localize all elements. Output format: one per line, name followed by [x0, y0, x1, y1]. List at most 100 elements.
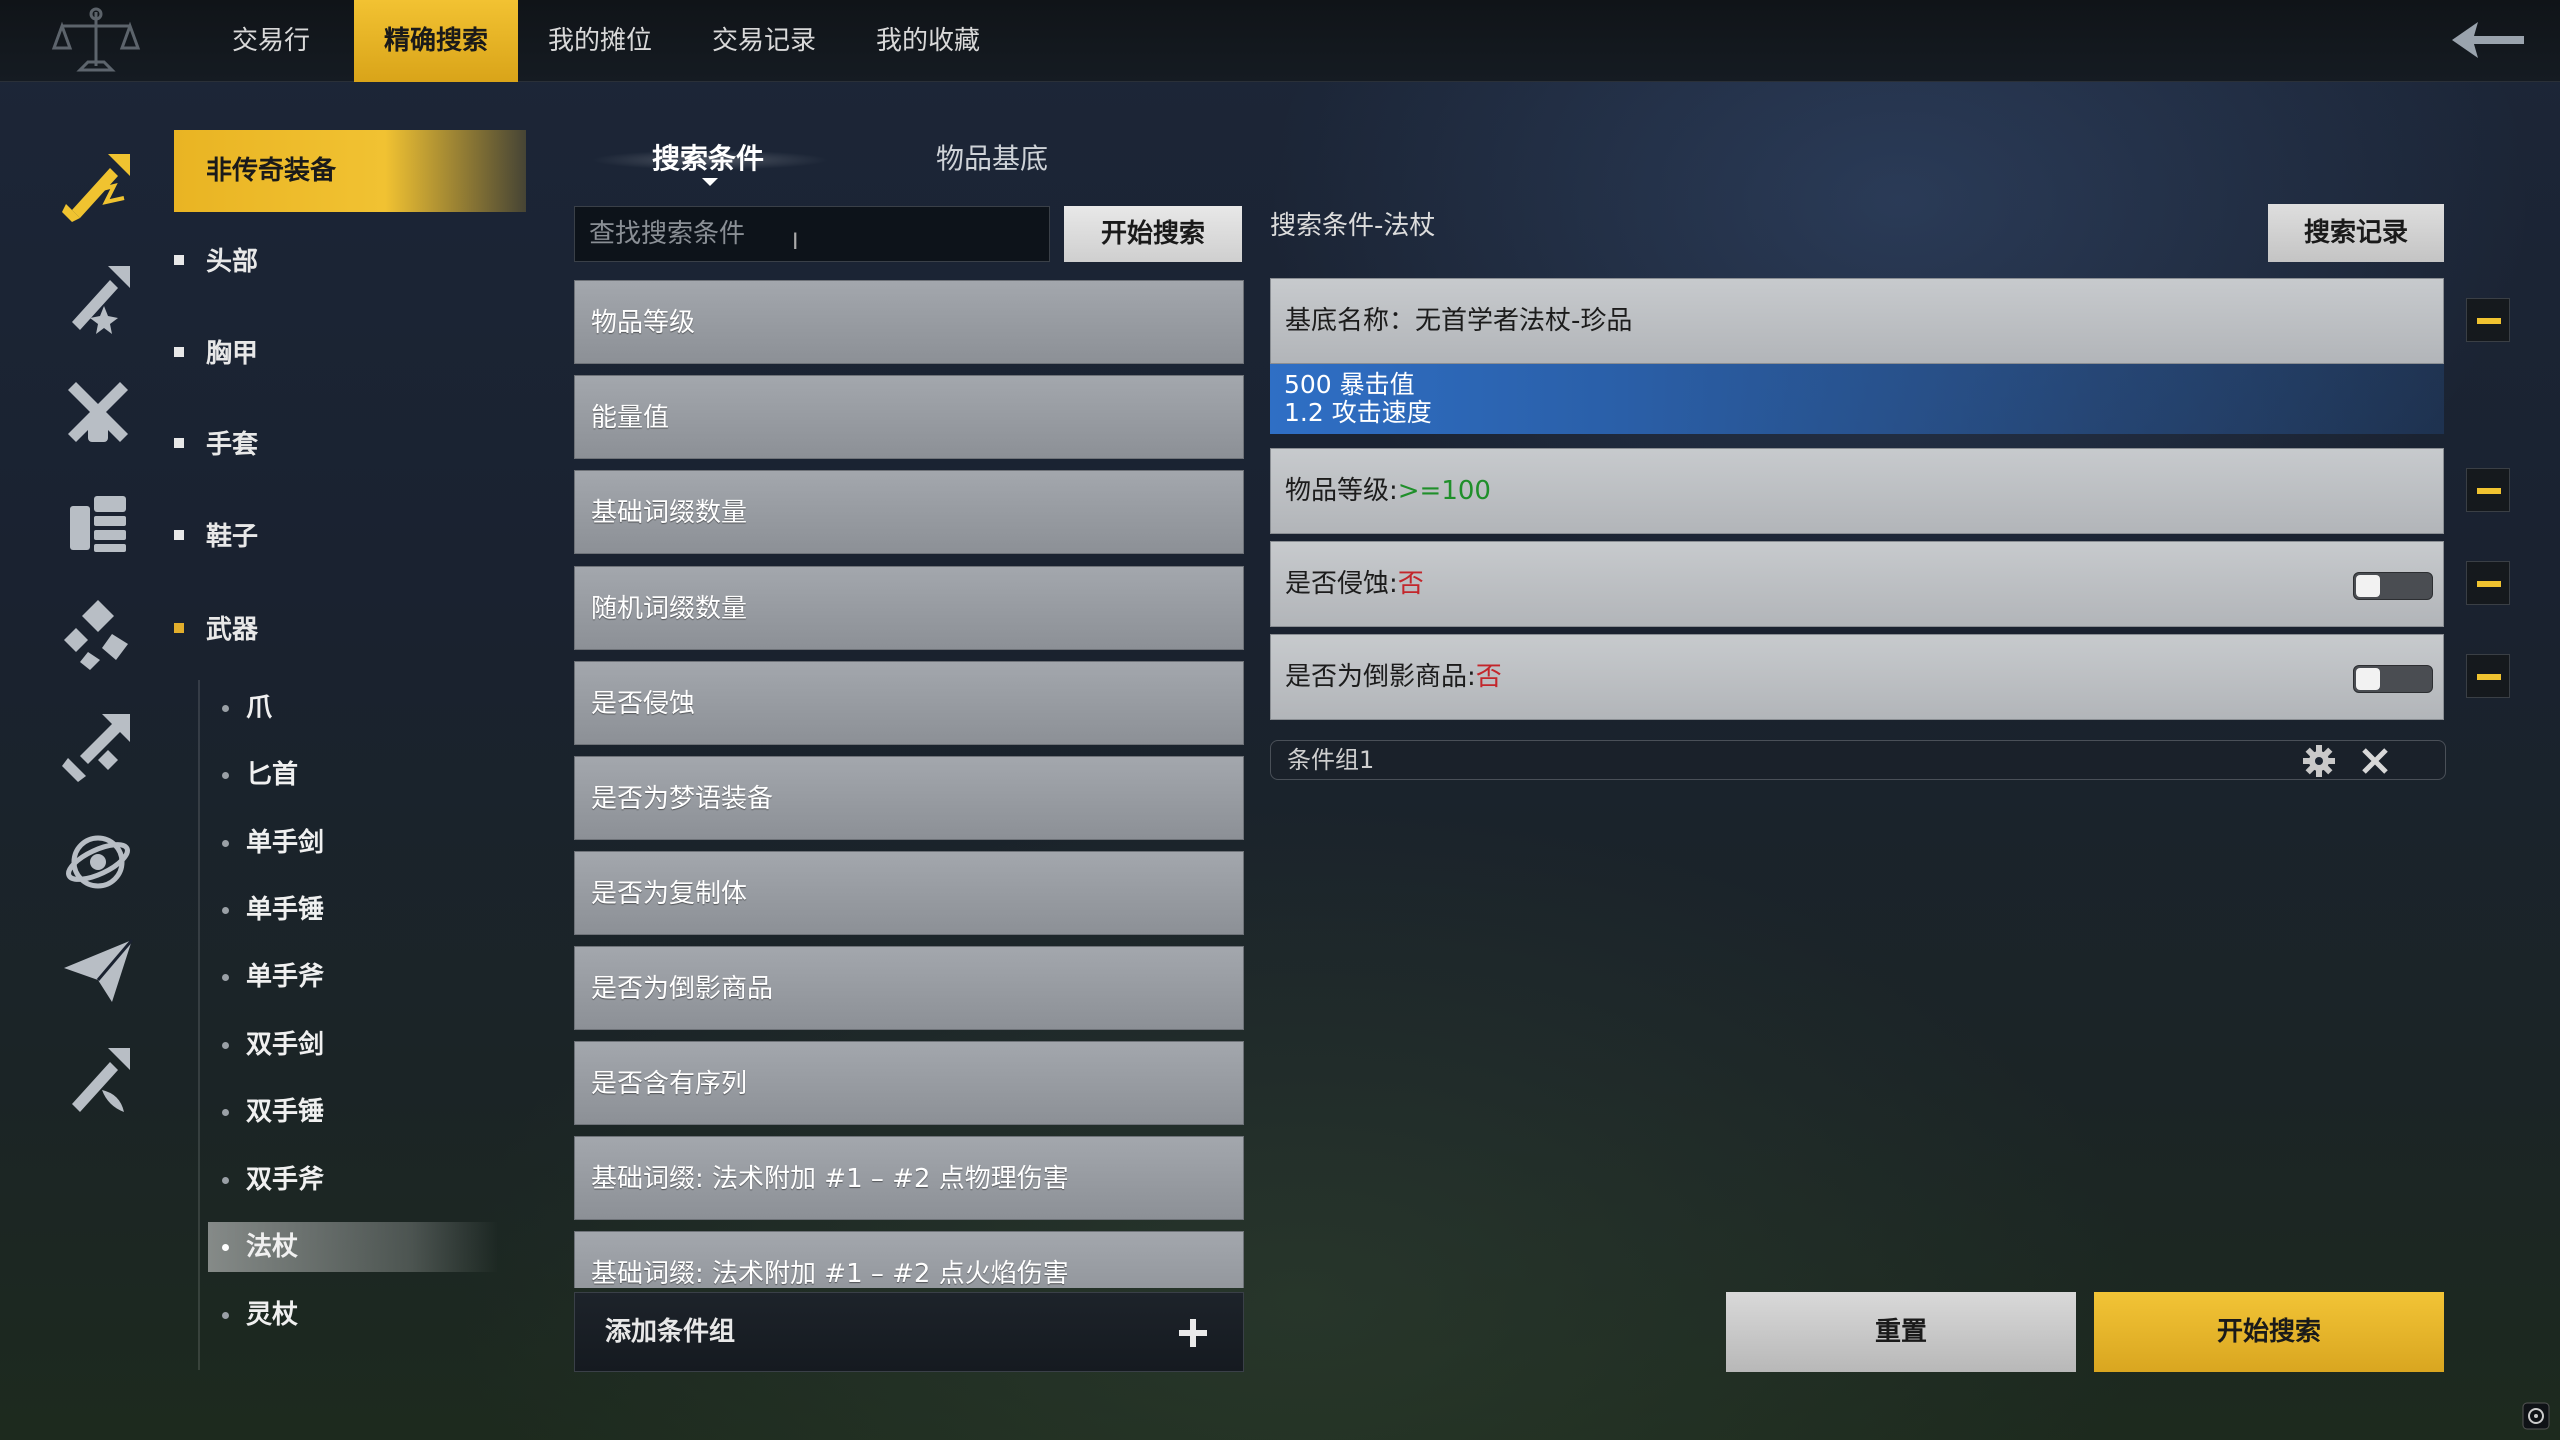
dot — [222, 840, 229, 847]
sub-item-spirit-staff[interactable]: 灵杖 — [208, 1290, 298, 1340]
start-search-button[interactable]: 开始搜索 — [2094, 1292, 2444, 1372]
category-non-legendary[interactable]: 非传奇装备 — [174, 130, 526, 212]
condition-search-input[interactable]: 查找搜索条件 — [574, 206, 1050, 262]
toggle-knob — [2356, 668, 2380, 690]
add-condition-group-button[interactable]: 添加条件组 — [574, 1292, 1244, 1372]
paper-plane-icon[interactable] — [58, 930, 138, 1010]
sub-item-two-hand-sword[interactable]: 双手剑 — [208, 1020, 324, 1070]
sub-item-claw[interactable]: 爪 — [208, 683, 272, 733]
orbit-icon[interactable] — [58, 818, 138, 898]
tab-my-favorites[interactable]: 我的收藏 — [868, 0, 988, 82]
text-cursor-icon: I — [792, 230, 799, 255]
condition-item-fire-affix[interactable]: 基础词缀: 法术附加 #1 – #2 点火焰伤害 — [574, 1231, 1244, 1288]
tab-item-base[interactable]: 物品基底 — [936, 134, 1048, 184]
settings-corner-icon[interactable] — [2522, 1402, 2550, 1430]
search-button[interactable]: 开始搜索 — [1064, 206, 1242, 262]
dot — [222, 1177, 229, 1184]
sub-item-two-hand-hammer[interactable]: 双手锤 — [208, 1087, 324, 1137]
category-label: 头部 — [206, 247, 259, 277]
sub-item-label: 双手锤 — [246, 1097, 325, 1127]
inventory-icon[interactable] — [58, 482, 138, 562]
condition-item-random-affix-count[interactable]: 随机词缀数量 — [574, 566, 1244, 650]
sub-item-label: 灵杖 — [246, 1300, 299, 1330]
search-history-button[interactable]: 搜索记录 — [2268, 204, 2444, 262]
rule-corrupted[interactable]: 是否侵蚀:否 — [1270, 541, 2444, 627]
rule-value: >=100 — [1397, 476, 1491, 506]
bullet — [174, 346, 184, 357]
rule-value: 无首学者法杖-珍品 — [1415, 306, 1633, 336]
sword-lightning-icon[interactable] — [58, 146, 138, 226]
sword-star-icon[interactable] — [58, 258, 138, 338]
base-stat-crit: 500 暴击值 — [1284, 370, 1415, 399]
category-item-boots[interactable]: 鞋子 — [174, 512, 258, 562]
category-label: 胸甲 — [206, 339, 259, 369]
tab-trade-history[interactable]: 交易记录 — [704, 0, 824, 82]
category-label: 鞋子 — [206, 522, 259, 552]
category-item-chest[interactable]: 胸甲 — [174, 329, 258, 379]
remove-reflection-button[interactable] — [2466, 654, 2510, 698]
tab-auction-house[interactable]: 交易行 — [216, 0, 326, 82]
sub-item-label: 单手斧 — [246, 962, 325, 992]
category-item-head[interactable]: 头部 — [174, 237, 258, 287]
condition-item-level[interactable]: 物品等级 — [574, 280, 1244, 364]
back-arrow-icon[interactable] — [2448, 18, 2528, 62]
remove-item-level-button[interactable] — [2466, 468, 2510, 512]
rule-value: 否 — [1475, 662, 1502, 692]
gear-parts-icon[interactable] — [58, 706, 138, 786]
condition-item-corrupted[interactable]: 是否侵蚀 — [574, 661, 1244, 745]
condition-item-reflection[interactable]: 是否为倒影商品 — [574, 946, 1244, 1030]
remove-corrupted-button[interactable] — [2466, 561, 2510, 605]
sub-item-staff[interactable]: 法杖 — [208, 1222, 498, 1272]
sub-item-label: 法杖 — [246, 1232, 299, 1262]
condition-list: 物品等级 能量值 基础词缀数量 随机词缀数量 是否侵蚀 是否为梦语装备 是否为复… — [574, 278, 1244, 1288]
condition-item-energy[interactable]: 能量值 — [574, 375, 1244, 459]
rule-label: 是否为倒影商品: — [1285, 662, 1476, 692]
toggle-knob — [2356, 575, 2380, 597]
condition-item-replica[interactable]: 是否为复制体 — [574, 851, 1244, 935]
dot — [222, 1109, 229, 1116]
rule-label: 是否侵蚀: — [1285, 569, 1398, 599]
corrupted-toggle[interactable] — [2353, 572, 2433, 600]
sub-item-one-hand-sword[interactable]: 单手剑 — [208, 818, 324, 868]
sub-item-one-hand-axe[interactable]: 单手斧 — [208, 952, 324, 1002]
condition-item-phys-affix[interactable]: 基础词缀: 法术附加 #1 – #2 点物理伤害 — [574, 1136, 1244, 1220]
category-item-weapons[interactable]: 武器 — [174, 605, 258, 655]
category-item-gloves[interactable]: 手套 — [174, 420, 258, 470]
condition-item-dream-gear[interactable]: 是否为梦语装备 — [574, 756, 1244, 840]
tab-search-conditions[interactable]: 搜索条件 — [652, 134, 764, 184]
bullet — [174, 254, 184, 265]
bullet — [174, 622, 184, 633]
tab-my-stall[interactable]: 我的摊位 — [540, 0, 660, 82]
tab-precise-search[interactable]: 精确搜索 — [354, 0, 518, 82]
condition-group-bar[interactable]: 条件组1 — [1270, 740, 2446, 780]
rule-item-level[interactable]: 物品等级:>=100 — [1270, 448, 2444, 534]
rule-base-name[interactable]: 基底名称：无首学者法杖-珍品 — [1270, 278, 2444, 364]
sub-item-two-hand-axe[interactable]: 双手斧 — [208, 1155, 324, 1205]
rule-label: 物品等级: — [1285, 476, 1398, 506]
shards-icon[interactable] — [58, 594, 138, 674]
base-stat-attack-speed: 1.2 攻击速度 — [1284, 398, 1432, 427]
sub-item-one-hand-hammer[interactable]: 单手锤 — [208, 885, 324, 935]
sub-item-label: 单手剑 — [246, 828, 325, 858]
sub-item-label: 匕首 — [246, 760, 299, 790]
conditions-title: 搜索条件-法杖 — [1270, 211, 1436, 241]
bullet — [174, 529, 184, 540]
reset-button[interactable]: 重置 — [1726, 1292, 2076, 1372]
close-icon[interactable] — [2360, 746, 2390, 776]
gear-icon[interactable] — [2302, 744, 2336, 778]
condition-item-sequence[interactable]: 是否含有序列 — [574, 1041, 1244, 1125]
condition-item-base-affix-count[interactable]: 基础词缀数量 — [574, 470, 1244, 554]
sub-item-label: 单手锤 — [246, 895, 325, 925]
base-stats-panel: 500 暴击值 1.2 攻击速度 — [1270, 364, 2444, 434]
reflection-toggle[interactable] — [2353, 665, 2433, 693]
rule-reflection[interactable]: 是否为倒影商品:否 — [1270, 634, 2444, 720]
remove-base-name-button[interactable] — [2466, 298, 2510, 342]
sword-feather-icon[interactable] — [58, 1040, 138, 1120]
submenu-guide-line — [198, 680, 200, 1370]
crossed-swords-icon[interactable] — [58, 372, 138, 452]
dot — [222, 1244, 229, 1251]
sub-item-label: 爪 — [246, 693, 273, 723]
dot — [222, 1042, 229, 1049]
rule-label: 基底名称： — [1285, 306, 1416, 336]
sub-item-dagger[interactable]: 匕首 — [208, 750, 298, 800]
